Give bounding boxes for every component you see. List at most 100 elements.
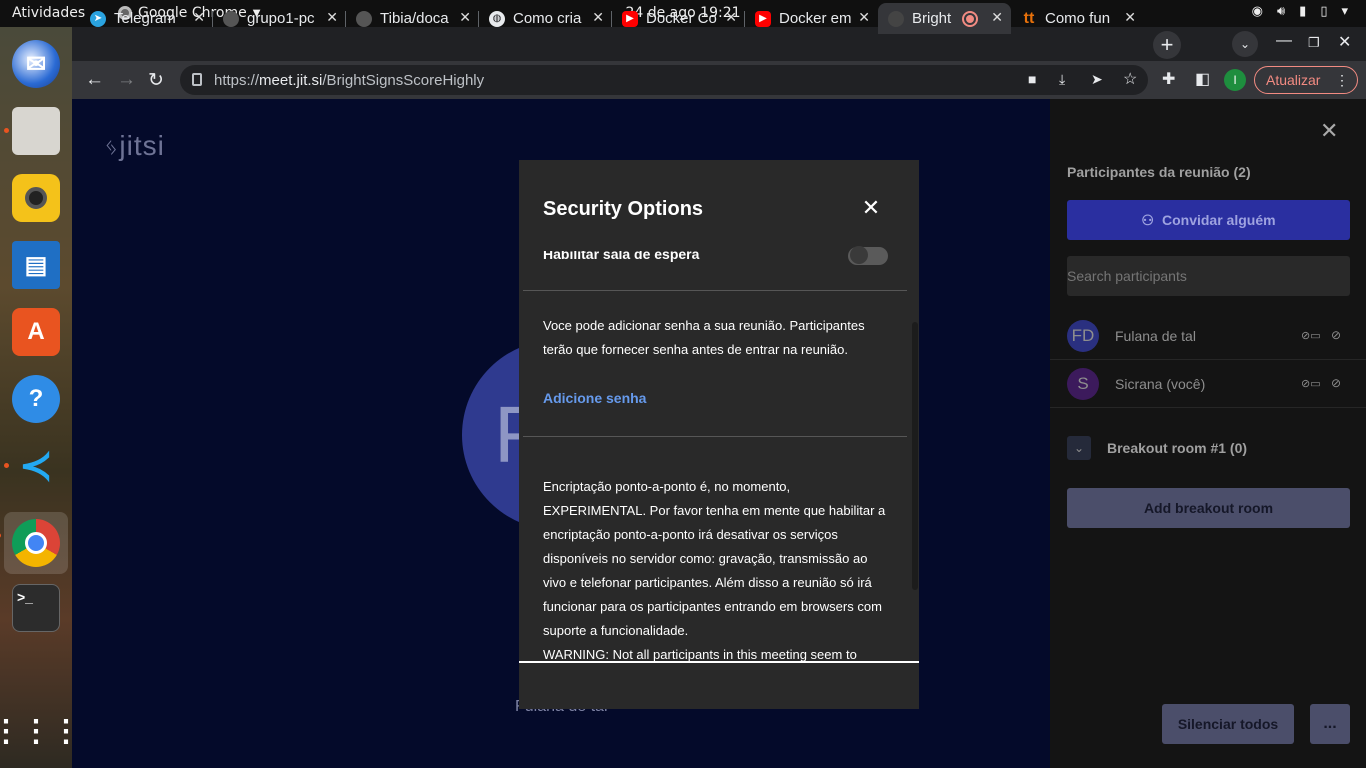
close-tab-icon[interactable]: ✕: [858, 9, 870, 26]
system-menu[interactable]: ◉ 🔊︎ ▮ ▯ ▾: [1252, 4, 1348, 19]
avatar: FD: [1067, 320, 1099, 352]
forward-arrow-icon[interactable]: →: [117, 69, 136, 91]
e2ee-description: Encriptação ponto-a-ponto é, no momento,…: [543, 479, 886, 638]
video-off-icon: ⊘▭: [1301, 330, 1321, 342]
profile-avatar[interactable]: I: [1224, 69, 1246, 91]
tab-title: Como fun: [1045, 10, 1111, 27]
jitsi-icon: [888, 10, 904, 27]
mute-all-button[interactable]: Silenciar todos: [1162, 704, 1294, 744]
help-icon[interactable]: ?: [12, 375, 60, 423]
breakout-room-label: Breakout room #1 (0): [1107, 440, 1248, 456]
participants-title: Participantes da reunião (2): [1067, 164, 1251, 180]
dock: ✉ ▤ A ? ≺ >_ ⋮⋮⋮: [0, 27, 81, 768]
lobby-toggle[interactable]: [848, 246, 888, 265]
tab-bright-active[interactable]: Bright ✕: [878, 3, 1011, 34]
mic-off-icon: ⊘: [1331, 376, 1342, 390]
side-panel-icon[interactable]: ◧: [1195, 69, 1210, 89]
lobby-toggle-label: Habilitar sala de espera: [543, 246, 700, 262]
install-app-icon[interactable]: ⤓: [1059, 71, 1065, 88]
more-vertical-icon[interactable]: ⋮: [1335, 72, 1349, 89]
close-tab-icon[interactable]: ✕: [1124, 9, 1136, 26]
breakout-room-header[interactable]: ⌄ Breakout room #1 (0): [1067, 436, 1247, 460]
telegram-icon: ➤: [90, 10, 106, 27]
tab-como-fun[interactable]: tt Como fun ✕: [1011, 3, 1144, 34]
add-breakout-room-button[interactable]: Add breakout room: [1067, 488, 1350, 528]
send-icon[interactable]: ➤: [1091, 71, 1103, 88]
tab-grupo1[interactable]: grupo1-pc ✕: [213, 3, 346, 34]
ubuntu-software-icon[interactable]: A: [12, 308, 60, 356]
close-tab-icon[interactable]: ✕: [991, 9, 1003, 26]
close-tab-icon[interactable]: ✕: [592, 9, 604, 26]
close-tab-icon[interactable]: ✕: [459, 9, 471, 26]
github-icon: [223, 10, 239, 27]
tab-title: Docker Co: [646, 10, 717, 27]
more-options-button[interactable]: ...: [1310, 704, 1350, 744]
participant-name: Fulana de tal: [1115, 328, 1196, 344]
tab-como-cria[interactable]: ◍ Como cria ✕: [479, 3, 612, 34]
activities-button[interactable]: Atividades: [12, 5, 85, 21]
add-person-icon: ⚇: [1141, 211, 1154, 228]
libreoffice-writer-icon[interactable]: ▤: [12, 241, 60, 289]
youtube-icon: ▶: [622, 10, 638, 27]
close-icon[interactable]: ✕: [859, 196, 883, 220]
close-tab-icon[interactable]: ✕: [326, 9, 338, 26]
divider: [523, 436, 907, 437]
new-tab-button[interactable]: +: [1153, 31, 1181, 59]
jitsi-bird-icon: ᛃ: [104, 134, 120, 161]
url-scheme: https://: [214, 71, 260, 89]
chrome-dock-highlight[interactable]: [0, 512, 68, 574]
invite-button[interactable]: ⚇ Convidar alguém: [1067, 200, 1350, 240]
reload-icon[interactable]: ↻: [148, 69, 164, 92]
close-window-icon[interactable]: ✕: [1338, 32, 1351, 52]
maximize-icon[interactable]: ❐: [1308, 35, 1320, 51]
add-password-link[interactable]: Adicione senha: [543, 390, 646, 406]
tab-title: Telegram: [114, 10, 176, 27]
avatar: S: [1067, 368, 1099, 400]
url-host: meet.jit.si: [259, 71, 323, 89]
tab-docker-co[interactable]: ▶ Docker Co ✕: [612, 3, 745, 34]
thunderbird-icon[interactable]: ✉: [12, 40, 60, 88]
tt-icon: tt: [1023, 9, 1035, 27]
camera-icon[interactable]: ■: [1028, 71, 1036, 87]
back-arrow-icon[interactable]: ←: [85, 69, 104, 91]
tab-title: Docker em: [779, 10, 852, 27]
tab-search-button[interactable]: ⌄: [1232, 31, 1258, 57]
microphone-icon: ▮: [1299, 4, 1307, 19]
terminal-icon[interactable]: >_: [12, 584, 60, 632]
jitsi-logo: ᛃjitsi: [104, 130, 165, 162]
dialog-scrollbar[interactable]: [912, 322, 918, 590]
show-apps-icon[interactable]: ⋮⋮⋮: [0, 707, 81, 755]
recording-indicator-icon: [964, 12, 976, 25]
battery-icon: ▯: [1320, 4, 1328, 19]
security-options-dialog: Security Options ✕ Habilitar sala de esp…: [519, 160, 919, 709]
update-button[interactable]: Atualizar ⋮: [1254, 66, 1358, 94]
participant-row[interactable]: S Sicrana (você) ⊘▭ ⊘: [1050, 360, 1366, 408]
volume-icon: 🔊︎: [1276, 4, 1286, 19]
participant-row[interactable]: FD Fulana de tal ⊘▭ ⊘: [1050, 312, 1366, 360]
wifi-icon: ◉: [1251, 4, 1263, 19]
chevron-down-icon[interactable]: ⌄: [1067, 436, 1091, 460]
password-description: Voce pode adicionar senha a sua reunião.…: [543, 318, 865, 357]
github-icon: [356, 10, 372, 27]
close-panel-icon[interactable]: ✕: [1320, 118, 1338, 144]
logo-text: jitsi: [119, 130, 165, 161]
files-icon[interactable]: [4, 107, 60, 155]
close-tab-icon[interactable]: ✕: [725, 9, 737, 26]
tab-docker-em[interactable]: ▶ Docker em ✕: [745, 3, 878, 34]
video-off-icon: ⊘▭: [1301, 378, 1321, 390]
close-tab-icon[interactable]: ✕: [193, 9, 205, 26]
minimize-icon[interactable]: —: [1276, 32, 1292, 50]
participant-search-input[interactable]: [1067, 256, 1350, 296]
address-bar[interactable]: https://meet.jit.si/BrightSignsScoreHigh…: [180, 65, 1148, 95]
rhythmbox-icon[interactable]: [12, 174, 60, 222]
extensions-puzzle-icon[interactable]: ✚: [1162, 69, 1175, 89]
dialog-title: Security Options: [543, 198, 704, 220]
divider: [523, 290, 907, 291]
dialog-footer: [519, 663, 919, 709]
lock-icon: [192, 73, 202, 86]
vscode-icon[interactable]: ≺: [4, 442, 60, 490]
bookmark-star-icon[interactable]: ☆: [1123, 69, 1137, 89]
mic-off-icon: ⊘: [1331, 328, 1342, 342]
tab-telegram[interactable]: ➤ Telegram ✕: [80, 3, 213, 34]
tab-tibia[interactable]: Tibia/doca ✕: [346, 3, 479, 34]
